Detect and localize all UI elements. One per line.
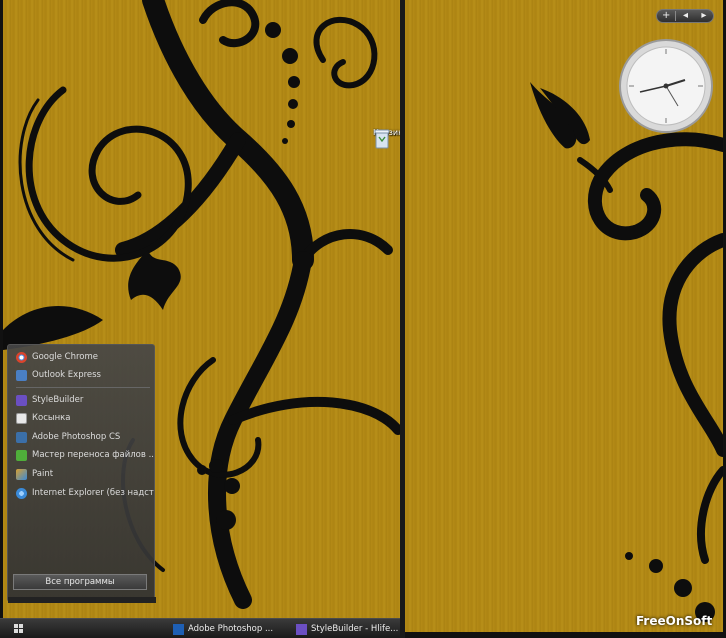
gadget-controls: + ◂ ▸ [656,9,714,23]
stylebuilder-icon [16,394,27,406]
start-menu-item-label: Outlook Express [32,370,101,380]
add-gadget-button[interactable]: + [657,10,675,22]
start-menu-item-label: Google Chrome [32,352,99,362]
solitaire-icon [16,412,27,424]
start-menu-item-outlook[interactable]: Outlook Express [16,367,154,383]
start-menu-item-label: Косынка [32,413,71,423]
wallpaper-right [405,0,723,632]
taskbar-item-photoshop[interactable]: Adobe Photoshop ... [173,621,283,637]
start-menu-item-label: StyleBuilder [32,395,84,405]
chrome-icon [16,351,27,363]
taskbar-item-label: Adobe Photoshop ... [188,624,274,634]
recycle-bin-shortcut[interactable]: Корзина [373,128,400,149]
start-menu-item-internet-explorer[interactable]: Internet Explorer (без надст... [16,485,154,501]
photoshop-icon [16,431,27,443]
start-menu-item-label: Мастер переноса файлов ... [32,450,154,460]
start-menu-item-paint[interactable]: Paint [16,466,154,482]
stylebuilder-icon [296,623,307,635]
watermark: FreeOnSoft [636,614,713,628]
desktop-screen: Корзина Google Chrome Outlook Express St… [0,0,726,638]
paint-icon [16,468,27,480]
start-menu-separator [16,387,150,388]
start-menu-item-solitaire[interactable]: Косынка [16,410,154,426]
wallpaper-left: Корзина Google Chrome Outlook Express St… [3,0,400,618]
start-menu-item-transfer-wizard[interactable]: Мастер переноса файлов ... [16,447,154,463]
taskbar: Adobe Photoshop ... StyleBuilder - Hlife… [0,618,400,638]
recycle-bin-icon [374,129,390,149]
start-menu-item-label: Paint [32,469,54,479]
start-button[interactable] [14,624,24,634]
start-menu: Google Chrome Outlook Express StyleBuild… [7,344,156,603]
ie-icon [16,487,27,499]
start-menu-item-chrome[interactable]: Google Chrome [16,349,154,365]
all-programs-button[interactable]: Все программы [13,574,147,590]
next-gadget-page-button[interactable]: ▸ [695,10,713,22]
transfer-wizard-icon [16,449,27,461]
outlook-icon [16,369,27,381]
clock-gadget[interactable] [618,38,714,134]
start-menu-item-stylebuilder[interactable]: StyleBuilder [16,392,154,408]
start-menu-item-label: Internet Explorer (без надст... [32,488,154,498]
taskbar-item-label: StyleBuilder - Hlife... [311,624,398,634]
start-menu-footer [8,597,156,603]
start-menu-item-label: Adobe Photoshop CS [32,432,121,442]
start-menu-item-photoshop[interactable]: Adobe Photoshop CS [16,429,154,445]
previous-gadget-page-button[interactable]: ◂ [676,10,694,22]
taskbar-item-stylebuilder[interactable]: StyleBuilder - Hlife... [296,621,398,637]
photoshop-icon [173,623,184,635]
